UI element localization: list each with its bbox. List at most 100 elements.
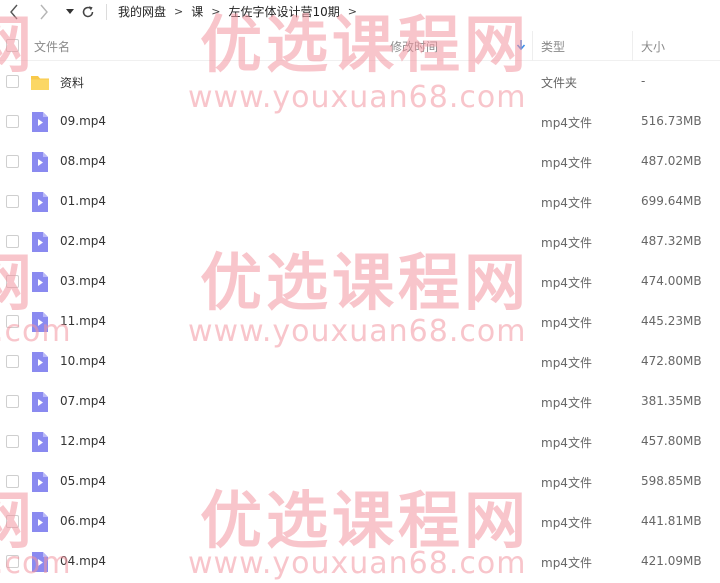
chevron-left-icon: [10, 4, 18, 20]
folder-icon: [31, 76, 49, 90]
file-size: 381.35MB: [641, 394, 702, 408]
refresh-icon: [82, 6, 94, 18]
file-size: 487.02MB: [641, 154, 702, 168]
back-button[interactable]: [4, 2, 24, 22]
video-file-icon: [32, 312, 48, 332]
row-checkbox[interactable]: [6, 155, 19, 168]
video-file-icon: [32, 232, 48, 252]
column-header-name[interactable]: 文件名: [34, 38, 70, 55]
row-checkbox[interactable]: [6, 515, 19, 528]
file-type: mp4文件: [541, 196, 592, 210]
history-dropdown-button[interactable]: [60, 2, 80, 22]
caret-down-icon: [66, 9, 74, 14]
file-row[interactable]: 05.mp4 mp4文件 598.85MB: [0, 462, 720, 502]
file-row[interactable]: 10.mp4 mp4文件 472.80MB: [0, 342, 720, 382]
chevron-right-icon: [40, 4, 48, 20]
file-row[interactable]: 09.mp4 mp4文件 516.73MB: [0, 102, 720, 142]
file-row[interactable]: 01.mp4 mp4文件 699.64MB: [0, 182, 720, 222]
file-size: 474.00MB: [641, 274, 702, 288]
forward-button[interactable]: [34, 2, 54, 22]
video-file-icon: [32, 552, 48, 572]
file-name[interactable]: 02.mp4: [60, 234, 106, 248]
file-name[interactable]: 03.mp4: [60, 274, 106, 288]
file-row[interactable]: 03.mp4 mp4文件 474.00MB: [0, 262, 720, 302]
video-file-icon: [32, 192, 48, 212]
video-file-icon: [32, 112, 48, 132]
row-checkbox[interactable]: [6, 475, 19, 488]
file-type: mp4文件: [541, 476, 592, 490]
file-type: mp4文件: [541, 356, 592, 370]
file-name[interactable]: 07.mp4: [60, 394, 106, 408]
video-file-icon: [32, 352, 48, 372]
row-checkbox[interactable]: [6, 555, 19, 568]
breadcrumb-separator: >: [211, 5, 221, 18]
file-type: mp4文件: [541, 116, 592, 130]
file-row[interactable]: 04.mp4 mp4文件 421.09MB: [0, 542, 720, 582]
file-size: 472.80MB: [641, 354, 702, 368]
breadcrumb: 我的网盘 > 课 > 左佐字体设计营10期 >: [118, 3, 365, 20]
file-type: mp4文件: [541, 236, 592, 250]
file-name[interactable]: 12.mp4: [60, 434, 106, 448]
file-size: 441.81MB: [641, 514, 702, 528]
breadcrumb-item-current-folder[interactable]: 左佐字体设计营10期: [228, 3, 339, 20]
file-type: mp4文件: [541, 156, 592, 170]
file-type: mp4文件: [541, 436, 592, 450]
file-row[interactable]: 11.mp4 mp4文件 445.23MB: [0, 302, 720, 342]
file-type: 文件夹: [541, 76, 578, 90]
toolbar: 我的网盘 > 课 > 左佐字体设计营10期 >: [0, 0, 720, 24]
sort-down-arrow-icon: [516, 40, 526, 51]
row-checkbox[interactable]: [6, 435, 19, 448]
file-row[interactable]: 06.mp4 mp4文件 441.81MB: [0, 502, 720, 542]
file-list-header: 文件名 修改时间 类型 大小: [0, 31, 720, 61]
file-type: mp4文件: [541, 316, 592, 330]
breadcrumb-separator[interactable]: >: [348, 5, 357, 18]
column-header-size[interactable]: 大小: [641, 38, 665, 55]
file-row[interactable]: 08.mp4 mp4文件 487.02MB: [0, 142, 720, 182]
file-size: -: [641, 74, 646, 88]
select-all-checkbox[interactable]: [6, 39, 19, 52]
refresh-button[interactable]: [78, 2, 98, 22]
file-name[interactable]: 04.mp4: [60, 554, 106, 568]
file-name[interactable]: 11.mp4: [60, 314, 106, 328]
file-name[interactable]: 06.mp4: [60, 514, 106, 528]
column-divider[interactable]: [632, 31, 633, 61]
file-row[interactable]: 07.mp4 mp4文件 381.35MB: [0, 382, 720, 422]
row-checkbox[interactable]: [6, 275, 19, 288]
column-header-modified[interactable]: 修改时间: [390, 38, 438, 55]
file-row-folder[interactable]: 资料 文件夹 -: [0, 62, 720, 102]
file-size: 516.73MB: [641, 114, 702, 128]
row-checkbox[interactable]: [6, 355, 19, 368]
row-checkbox[interactable]: [6, 395, 19, 408]
toolbar-divider: [106, 4, 107, 20]
file-size: 487.32MB: [641, 234, 702, 248]
file-row[interactable]: 12.mp4 mp4文件 457.80MB: [0, 422, 720, 462]
video-file-icon: [32, 472, 48, 492]
column-divider[interactable]: [532, 31, 533, 61]
row-checkbox[interactable]: [6, 75, 19, 88]
row-checkbox[interactable]: [6, 115, 19, 128]
file-list: 资料 文件夹 - 09.mp4 mp4文件 516.73MB 08.mp4 mp…: [0, 62, 720, 582]
file-type: mp4文件: [541, 276, 592, 290]
file-name[interactable]: 01.mp4: [60, 194, 106, 208]
column-header-type[interactable]: 类型: [541, 38, 565, 55]
video-file-icon: [32, 272, 48, 292]
breadcrumb-item-courses[interactable]: 课: [191, 3, 203, 20]
file-name[interactable]: 09.mp4: [60, 114, 106, 128]
row-checkbox[interactable]: [6, 315, 19, 328]
file-row[interactable]: 02.mp4 mp4文件 487.32MB: [0, 222, 720, 262]
file-type: mp4文件: [541, 396, 592, 410]
row-checkbox[interactable]: [6, 195, 19, 208]
video-file-icon: [32, 392, 48, 412]
file-type: mp4文件: [541, 556, 592, 570]
file-size: 598.85MB: [641, 474, 702, 488]
file-size: 457.80MB: [641, 434, 702, 448]
breadcrumb-separator: >: [174, 5, 184, 18]
breadcrumb-item-my-drive[interactable]: 我的网盘: [118, 3, 166, 20]
row-checkbox[interactable]: [6, 235, 19, 248]
file-type: mp4文件: [541, 516, 592, 530]
file-name[interactable]: 10.mp4: [60, 354, 106, 368]
video-file-icon: [32, 512, 48, 532]
file-name[interactable]: 05.mp4: [60, 474, 106, 488]
file-name[interactable]: 资料: [60, 74, 84, 91]
file-name[interactable]: 08.mp4: [60, 154, 106, 168]
